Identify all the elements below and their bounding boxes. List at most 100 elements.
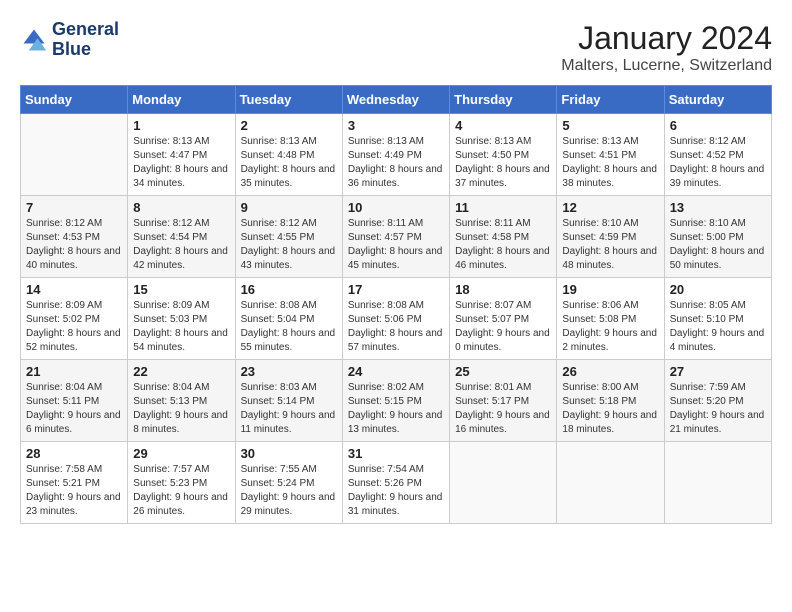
day-number: 31: [348, 446, 444, 461]
calendar-cell: 11 Sunrise: 8:11 AMSunset: 4:58 PMDayligh…: [450, 196, 557, 278]
day-number: 15: [133, 282, 229, 297]
day-number: 11: [455, 200, 551, 215]
calendar-cell: 26Sunrise: 8:00 AMSunset: 5:18 PMDayligh…: [557, 360, 664, 442]
day-info: Sunrise: 8:12 AMSunset: 4:52 PMDaylight:…: [670, 135, 766, 191]
header-saturday: Saturday: [664, 86, 771, 114]
calendar-subtitle: Malters, Lucerne, Switzerland: [561, 57, 772, 75]
day-number: 12: [562, 200, 658, 215]
day-info: Sunrise: 8:12 AMSunset: 4:53 PMDaylight:…: [26, 217, 122, 273]
calendar-cell: 31Sunrise: 7:54 AMSunset: 5:26 PMDayligh…: [342, 442, 449, 524]
day-info: Sunrise: 8:13 AMSunset: 4:50 PMDaylight:…: [455, 135, 551, 191]
calendar-cell: 10 Sunrise: 8:11 AMSunset: 4:57 PMDayligh…: [342, 196, 449, 278]
day-number: 17: [348, 282, 444, 297]
weekday-header-row: Sunday Monday Tuesday Wednesday Thursday…: [21, 86, 772, 114]
calendar-cell: 5Sunrise: 8:13 AMSunset: 4:51 PMDaylight…: [557, 114, 664, 196]
day-number: 21: [26, 364, 122, 379]
calendar-week-row: 7 Sunrise: 8:12 AMSunset: 4:53 PMDaylight…: [21, 196, 772, 278]
page-header: General Blue January 2024 Malters, Lucer…: [20, 20, 772, 75]
day-info: Sunrise: 7:59 AMSunset: 5:20 PMDaylight:…: [670, 381, 766, 437]
logo-text: General Blue: [52, 20, 119, 60]
day-info: Sunrise: 8:06 AMSunset: 5:08 PMDaylight:…: [562, 299, 658, 355]
calendar-cell: 23Sunrise: 8:03 AMSunset: 5:14 PMDayligh…: [235, 360, 342, 442]
day-number: 27: [670, 364, 766, 379]
day-info: Sunrise: 8:13 AMSunset: 4:51 PMDaylight:…: [562, 135, 658, 191]
calendar-cell: 14 Sunrise: 8:09 AMSunset: 5:02 PMDayligh…: [21, 278, 128, 360]
calendar-cell: [557, 442, 664, 524]
calendar-week-row: 14 Sunrise: 8:09 AMSunset: 5:02 PMDayligh…: [21, 278, 772, 360]
header-friday: Friday: [557, 86, 664, 114]
day-number: 16: [241, 282, 337, 297]
day-info: Sunrise: 8:02 AMSunset: 5:15 PMDaylight:…: [348, 381, 444, 437]
day-number: 3: [348, 118, 444, 133]
calendar-cell: 13 Sunrise: 8:10 AMSunset: 5:00 PMDayligh…: [664, 196, 771, 278]
day-number: 29: [133, 446, 229, 461]
calendar-cell: 24 Sunrise: 8:02 AMSunset: 5:15 PMDayligh…: [342, 360, 449, 442]
calendar-table: Sunday Monday Tuesday Wednesday Thursday…: [20, 85, 772, 524]
day-info: Sunrise: 8:08 AMSunset: 5:06 PMDaylight:…: [348, 299, 444, 355]
day-number: 9: [241, 200, 337, 215]
calendar-cell: 30 Sunrise: 7:55 AMSunset: 5:24 PMDayligh…: [235, 442, 342, 524]
day-info: Sunrise: 8:04 AMSunset: 5:13 PMDaylight:…: [133, 381, 229, 437]
calendar-cell: 16 Sunrise: 8:08 AMSunset: 5:04 PMDayligh…: [235, 278, 342, 360]
day-info: Sunrise: 8:08 AMSunset: 5:04 PMDaylight:…: [241, 299, 337, 355]
day-info: Sunrise: 8:09 AMSunset: 5:02 PMDaylight:…: [26, 299, 122, 355]
day-info: Sunrise: 8:12 AMSunset: 4:55 PMDaylight:…: [241, 217, 337, 273]
day-info: Sunrise: 8:09 AMSunset: 5:03 PMDaylight:…: [133, 299, 229, 355]
day-info: Sunrise: 8:12 AMSunset: 4:54 PMDaylight:…: [133, 217, 229, 273]
day-info: Sunrise: 8:13 AMSunset: 4:47 PMDaylight:…: [133, 135, 229, 191]
calendar-cell: 7 Sunrise: 8:12 AMSunset: 4:53 PMDaylight…: [21, 196, 128, 278]
calendar-cell: 21 Sunrise: 8:04 AMSunset: 5:11 PMDayligh…: [21, 360, 128, 442]
calendar-cell: 19Sunrise: 8:06 AMSunset: 5:08 PMDayligh…: [557, 278, 664, 360]
day-info: Sunrise: 8:13 AMSunset: 4:49 PMDaylight:…: [348, 135, 444, 191]
day-number: 23: [241, 364, 337, 379]
day-number: 6: [670, 118, 766, 133]
day-info: Sunrise: 8:11 AMSunset: 4:57 PMDaylight:…: [348, 217, 444, 273]
day-number: 14: [26, 282, 122, 297]
day-number: 7: [26, 200, 122, 215]
calendar-cell: 2Sunrise: 8:13 AMSunset: 4:48 PMDaylight…: [235, 114, 342, 196]
day-info: Sunrise: 8:10 AMSunset: 5:00 PMDaylight:…: [670, 217, 766, 273]
calendar-cell: 22Sunrise: 8:04 AMSunset: 5:13 PMDayligh…: [128, 360, 235, 442]
calendar-cell: 4 Sunrise: 8:13 AMSunset: 4:50 PMDaylight…: [450, 114, 557, 196]
day-number: 10: [348, 200, 444, 215]
day-number: 25: [455, 364, 551, 379]
day-number: 28: [26, 446, 122, 461]
day-info: Sunrise: 8:04 AMSunset: 5:11 PMDaylight:…: [26, 381, 122, 437]
day-number: 8: [133, 200, 229, 215]
calendar-cell: 3 Sunrise: 8:13 AMSunset: 4:49 PMDaylight…: [342, 114, 449, 196]
day-info: Sunrise: 7:57 AMSunset: 5:23 PMDaylight:…: [133, 463, 229, 519]
calendar-cell: 28 Sunrise: 7:58 AMSunset: 5:21 PMDayligh…: [21, 442, 128, 524]
day-number: 30: [241, 446, 337, 461]
calendar-cell: 29 Sunrise: 7:57 AMSunset: 5:23 PMDayligh…: [128, 442, 235, 524]
day-number: 24: [348, 364, 444, 379]
day-number: 4: [455, 118, 551, 133]
day-number: 13: [670, 200, 766, 215]
day-number: 20: [670, 282, 766, 297]
logo: General Blue: [20, 20, 119, 60]
logo-icon: [20, 26, 48, 54]
calendar-week-row: 21 Sunrise: 8:04 AMSunset: 5:11 PMDayligh…: [21, 360, 772, 442]
day-info: Sunrise: 8:07 AMSunset: 5:07 PMDaylight:…: [455, 299, 551, 355]
calendar-week-row: 1Sunrise: 8:13 AMSunset: 4:47 PMDaylight…: [21, 114, 772, 196]
day-info: Sunrise: 8:01 AMSunset: 5:17 PMDaylight:…: [455, 381, 551, 437]
calendar-cell: 25 Sunrise: 8:01 AMSunset: 5:17 PMDayligh…: [450, 360, 557, 442]
calendar-cell: 27 Sunrise: 7:59 AMSunset: 5:20 PMDayligh…: [664, 360, 771, 442]
header-sunday: Sunday: [21, 86, 128, 114]
calendar-cell: [21, 114, 128, 196]
calendar-cell: 17 Sunrise: 8:08 AMSunset: 5:06 PMDayligh…: [342, 278, 449, 360]
calendar-week-row: 28 Sunrise: 7:58 AMSunset: 5:21 PMDayligh…: [21, 442, 772, 524]
header-monday: Monday: [128, 86, 235, 114]
header-tuesday: Tuesday: [235, 86, 342, 114]
day-info: Sunrise: 7:55 AMSunset: 5:24 PMDaylight:…: [241, 463, 337, 519]
calendar-cell: 9 Sunrise: 8:12 AMSunset: 4:55 PMDaylight…: [235, 196, 342, 278]
day-info: Sunrise: 7:58 AMSunset: 5:21 PMDaylight:…: [26, 463, 122, 519]
day-info: Sunrise: 8:00 AMSunset: 5:18 PMDaylight:…: [562, 381, 658, 437]
calendar-cell: [450, 442, 557, 524]
day-info: Sunrise: 8:11 AMSunset: 4:58 PMDaylight:…: [455, 217, 551, 273]
calendar-cell: 8 Sunrise: 8:12 AMSunset: 4:54 PMDaylight…: [128, 196, 235, 278]
day-number: 18: [455, 282, 551, 297]
calendar-title: January 2024: [561, 20, 772, 57]
calendar-cell: [664, 442, 771, 524]
title-area: January 2024 Malters, Lucerne, Switzerla…: [561, 20, 772, 75]
header-thursday: Thursday: [450, 86, 557, 114]
